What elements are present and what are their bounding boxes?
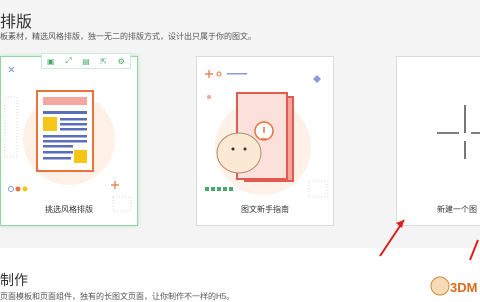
section-description-h5: 页面模板和页面组件，独有的长图文页面，让你制作不一样的H5。 bbox=[0, 292, 235, 301]
svg-text:3DM: 3DM bbox=[450, 280, 477, 295]
section-title-h5: 制作 bbox=[0, 272, 28, 288]
watermark-logo: 3DM bbox=[430, 272, 480, 300]
red-arrow-icon bbox=[379, 219, 479, 261]
